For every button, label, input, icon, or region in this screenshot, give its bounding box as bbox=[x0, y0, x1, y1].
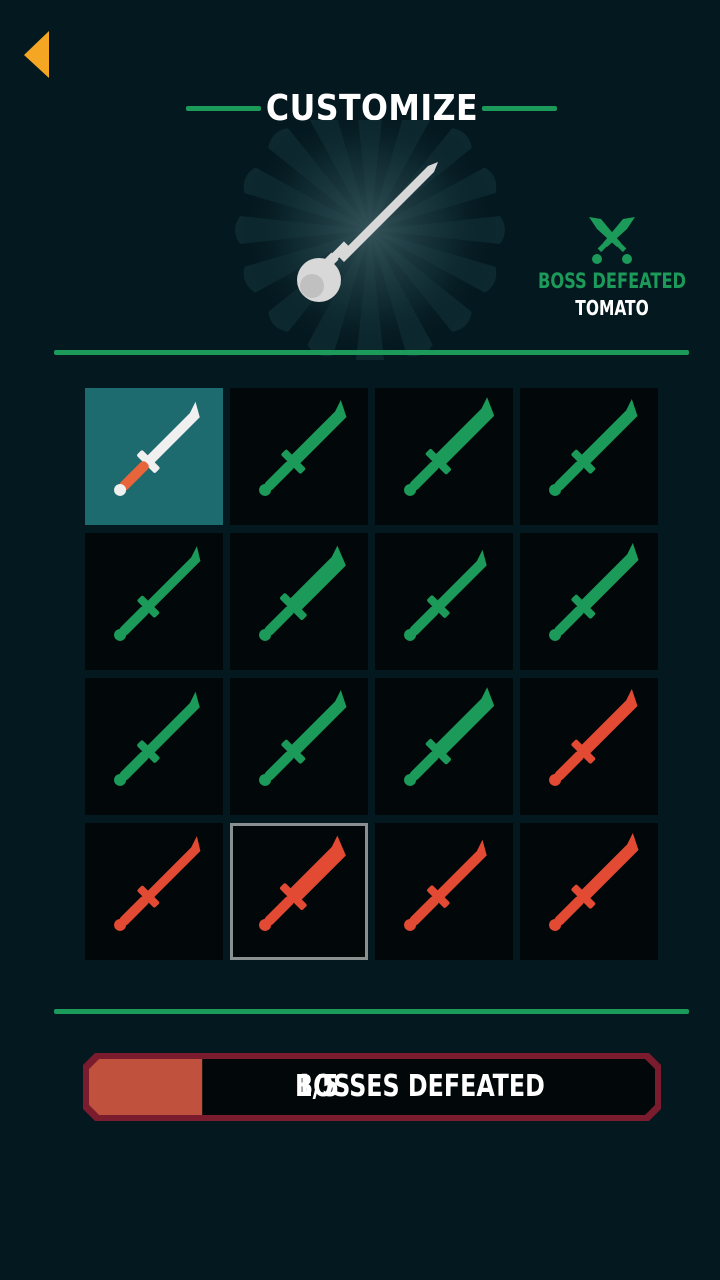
white-ladle-knife-icon bbox=[235, 95, 505, 365]
knife-slot-9[interactable] bbox=[85, 678, 223, 815]
knife-slot-10[interactable] bbox=[230, 678, 368, 815]
bosses-progress: 1/5 BOSSES DEFEATED bbox=[83, 1053, 661, 1121]
knife-slot-15[interactable] bbox=[375, 823, 513, 960]
knife-slot-16[interactable] bbox=[520, 823, 658, 960]
knife-grid bbox=[85, 388, 659, 960]
knife-slot-4[interactable] bbox=[520, 388, 658, 525]
boss-defeated-info: BOSS DEFEATED TOMATO bbox=[520, 215, 704, 321]
divider-top bbox=[54, 350, 689, 355]
knife-slot-2[interactable] bbox=[230, 388, 368, 525]
crossed-swords-icon bbox=[589, 217, 635, 264]
progress-fill bbox=[89, 1059, 203, 1115]
back-button[interactable] bbox=[22, 30, 54, 80]
knife-slot-5[interactable] bbox=[85, 533, 223, 670]
boss-defeated-label: BOSS DEFEATED bbox=[537, 269, 687, 293]
knife-slot-7[interactable] bbox=[375, 533, 513, 670]
title-line-right bbox=[482, 106, 557, 111]
divider-bottom bbox=[54, 1009, 689, 1014]
knife-slot-8[interactable] bbox=[520, 533, 658, 670]
progress-label: BOSSES DEFEATED bbox=[295, 1069, 545, 1104]
boss-name: TOMATO bbox=[575, 296, 649, 320]
chevron-left-icon bbox=[24, 31, 49, 78]
knife-slot-11[interactable] bbox=[375, 678, 513, 815]
knife-slot-12[interactable] bbox=[520, 678, 658, 815]
knife-slot-14[interactable] bbox=[230, 823, 368, 960]
knife-slot-13[interactable] bbox=[85, 823, 223, 960]
knife-slot-1[interactable] bbox=[85, 388, 223, 525]
knife-slot-3[interactable] bbox=[375, 388, 513, 525]
knife-slot-6[interactable] bbox=[230, 533, 368, 670]
weapon-preview bbox=[220, 95, 520, 365]
